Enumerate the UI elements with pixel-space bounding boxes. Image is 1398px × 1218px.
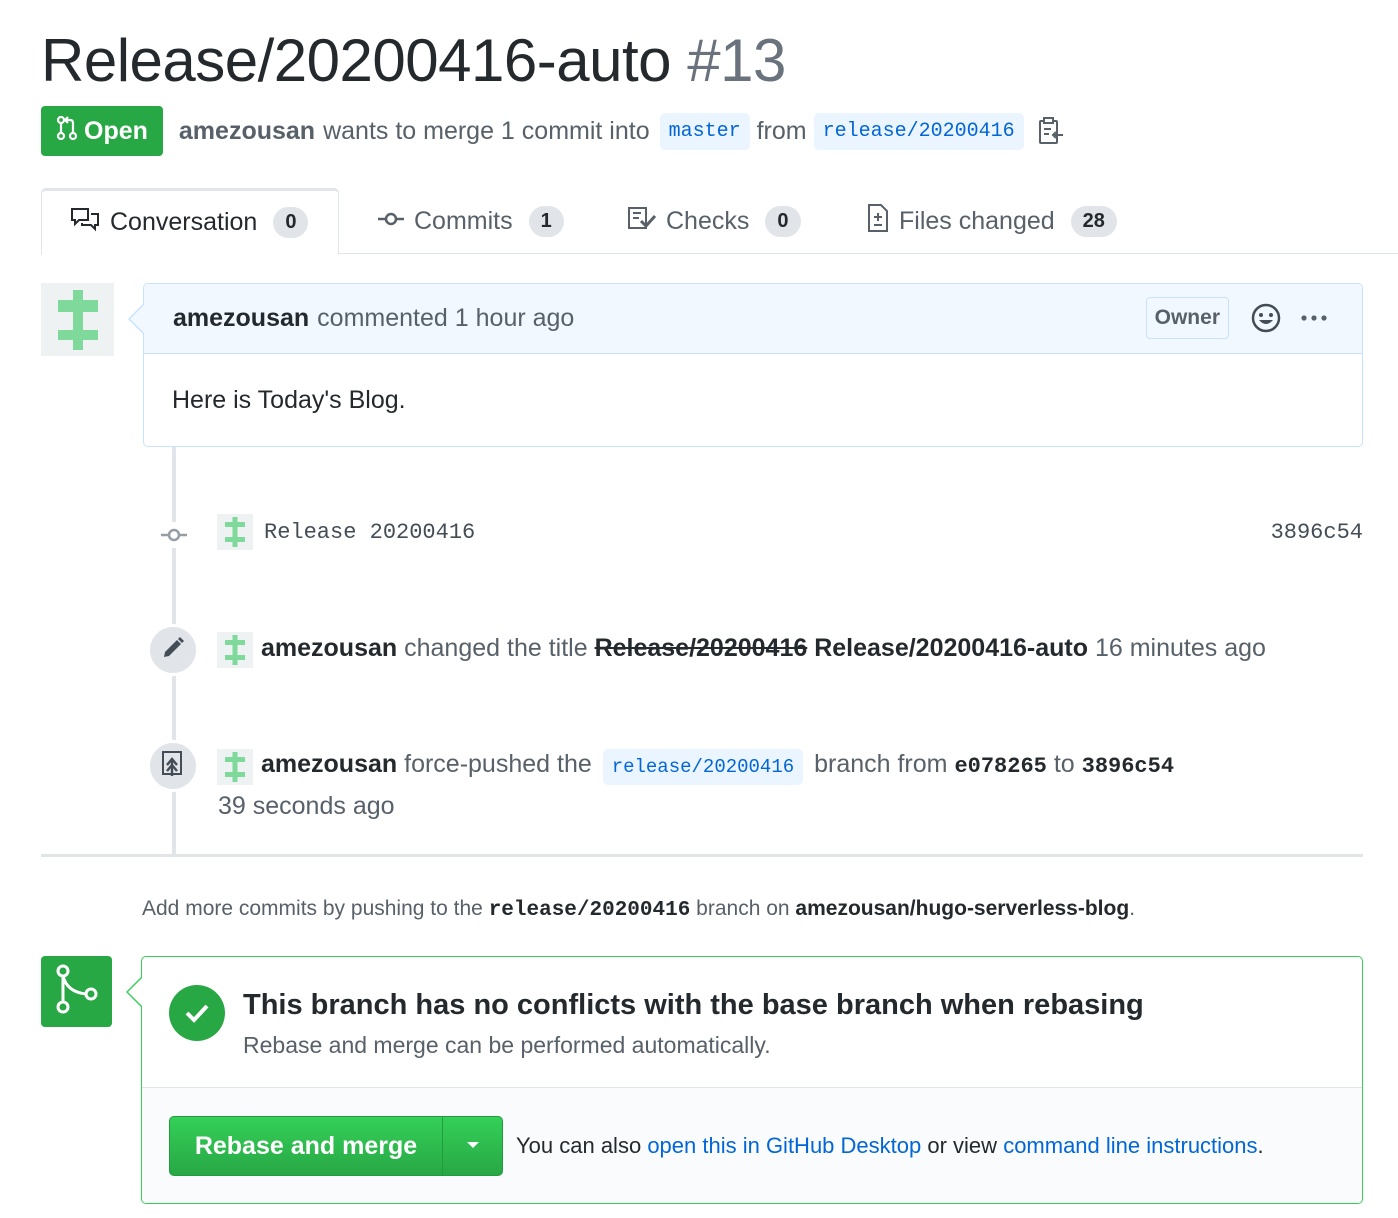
commit-sha-link[interactable]: 3896c54 — [1271, 520, 1363, 545]
check-circle-icon — [169, 985, 225, 1041]
merge-subtext: Rebase and merge can be performed automa… — [243, 1032, 771, 1058]
event-time-link[interactable]: 39 seconds ago — [218, 792, 395, 821]
merge-box: This branch has no conflicts with the ba… — [141, 956, 1363, 1204]
comment-action: commented — [317, 304, 448, 332]
merge-button-group: Rebase and merge — [169, 1116, 503, 1176]
from-sha-link[interactable]: e078265 — [954, 754, 1046, 779]
event-time-link[interactable]: 16 minutes ago — [1095, 634, 1266, 662]
tab-counter: 0 — [765, 205, 801, 237]
tab-label: Commits — [414, 206, 513, 235]
repo-push-icon — [161, 750, 185, 783]
tab-counter: 0 — [273, 207, 309, 238]
merge-caret-fill — [128, 978, 142, 1006]
rename-event-text: amezousan changed the title Release/2020… — [261, 634, 1266, 663]
pr-title-text: Release/20200416-auto — [41, 27, 672, 94]
event-author-link[interactable]: amezousan — [261, 634, 397, 662]
state-badge-open: Open — [41, 106, 163, 156]
page-title: Release/20200416-auto #13 — [41, 26, 786, 95]
merge-actions: Rebase and merge You can also open this … — [142, 1088, 1362, 1203]
pull-request-icon — [56, 115, 78, 148]
file-diff-icon — [867, 203, 889, 240]
hint-text: branch on — [696, 897, 790, 920]
to-sha-link[interactable]: 3896c54 — [1082, 754, 1174, 779]
alt-text: or view — [927, 1133, 998, 1158]
merge-heading: This branch has no conflicts with the ba… — [243, 989, 1144, 1021]
avatar[interactable] — [41, 283, 114, 356]
merge-status: This branch has no conflicts with the ba… — [142, 957, 1362, 1088]
merge-status-badge — [41, 956, 112, 1027]
old-title: Release/20200416 — [594, 634, 808, 662]
event-action: changed the title — [404, 634, 588, 662]
more-options-icon[interactable] — [1301, 308, 1327, 333]
copy-branch-icon[interactable] — [1037, 116, 1065, 146]
rename-event-badge — [147, 624, 199, 676]
comment-body: Here is Today's Blog. — [172, 386, 406, 414]
merge-method-dropdown[interactable] — [443, 1117, 502, 1175]
command-line-instructions-link[interactable]: command line instructions — [1003, 1133, 1257, 1158]
hint-repo: amezousan/hugo-serverless-blog — [795, 897, 1130, 920]
owner-label: Owner — [1145, 297, 1229, 339]
git-merge-icon — [55, 964, 99, 1019]
avatar[interactable] — [217, 514, 253, 550]
pr-author-link[interactable]: amezousan — [179, 117, 315, 146]
commit-icon — [378, 207, 404, 236]
rebase-and-merge-button[interactable]: Rebase and merge — [170, 1117, 443, 1175]
tab-commits[interactable]: Commits 1 — [378, 188, 564, 254]
push-hint: Add more commits by pushing to the relea… — [142, 897, 1135, 922]
from-text: from — [756, 116, 807, 145]
tab-label: Files changed — [899, 206, 1055, 235]
hint-branch: release/20200416 — [488, 899, 691, 922]
tab-counter: 1 — [528, 205, 564, 237]
alt-period: . — [1257, 1133, 1264, 1158]
hint-text: Add more commits by pushing to the — [142, 897, 483, 920]
pr-meta: Open amezousan wants to merge 1 commit i… — [41, 106, 1065, 156]
checklist-icon — [628, 206, 657, 237]
comment-caret-fill — [130, 305, 144, 333]
head-branch[interactable]: release/20200416 — [813, 112, 1024, 150]
event-action: force-pushed the — [404, 750, 592, 778]
pr-number: #13 — [687, 27, 786, 94]
avatar[interactable] — [217, 749, 253, 785]
comment-box: amezousan commented 1 hour ago Owner Her… — [143, 283, 1363, 447]
new-title: Release/20200416-auto — [814, 634, 1089, 662]
timeline-divider — [41, 854, 1363, 857]
tab-label: Conversation — [110, 208, 258, 236]
tab-conversation[interactable]: Conversation 0 — [41, 188, 340, 255]
tab-files-changed[interactable]: Files changed 28 — [867, 188, 1117, 254]
open-in-desktop-link[interactable]: open this in GitHub Desktop — [647, 1133, 921, 1158]
triangle-down-icon — [465, 1137, 481, 1155]
tab-label: Checks — [666, 206, 750, 235]
state-label: Open — [84, 116, 148, 145]
event-author-link[interactable]: amezousan — [261, 750, 397, 778]
force-push-event-text: amezousan force-pushed the release/20200… — [261, 749, 1174, 785]
tab-counter: 28 — [1070, 205, 1117, 237]
event-text: branch from — [814, 750, 948, 778]
tab-checks[interactable]: Checks 0 — [628, 188, 801, 254]
base-branch[interactable]: master — [659, 112, 750, 150]
pr-tabs: Conversation 0 Commits 1 Checks 0 Files … — [41, 188, 1398, 255]
commit-icon — [161, 522, 187, 548]
avatar[interactable] — [217, 632, 253, 668]
comment-discussion-icon — [70, 206, 100, 239]
comment-time-link[interactable]: 1 hour ago — [455, 304, 575, 333]
comment-author-link[interactable]: amezousan — [173, 304, 309, 333]
pencil-icon — [161, 636, 185, 665]
force-push-event-badge — [147, 740, 199, 792]
merge-alternatives: You can also open this in GitHub Desktop… — [516, 1133, 1264, 1159]
hint-period: . — [1129, 897, 1136, 920]
merge-text: wants to merge 1 commit into — [323, 116, 650, 145]
branch-name[interactable]: release/20200416 — [602, 749, 804, 785]
commit-message-link[interactable]: Release 20200416 — [264, 520, 475, 545]
alt-text: You can also — [516, 1133, 642, 1158]
add-reaction-icon[interactable] — [1250, 302, 1282, 339]
event-text: to — [1053, 750, 1075, 778]
